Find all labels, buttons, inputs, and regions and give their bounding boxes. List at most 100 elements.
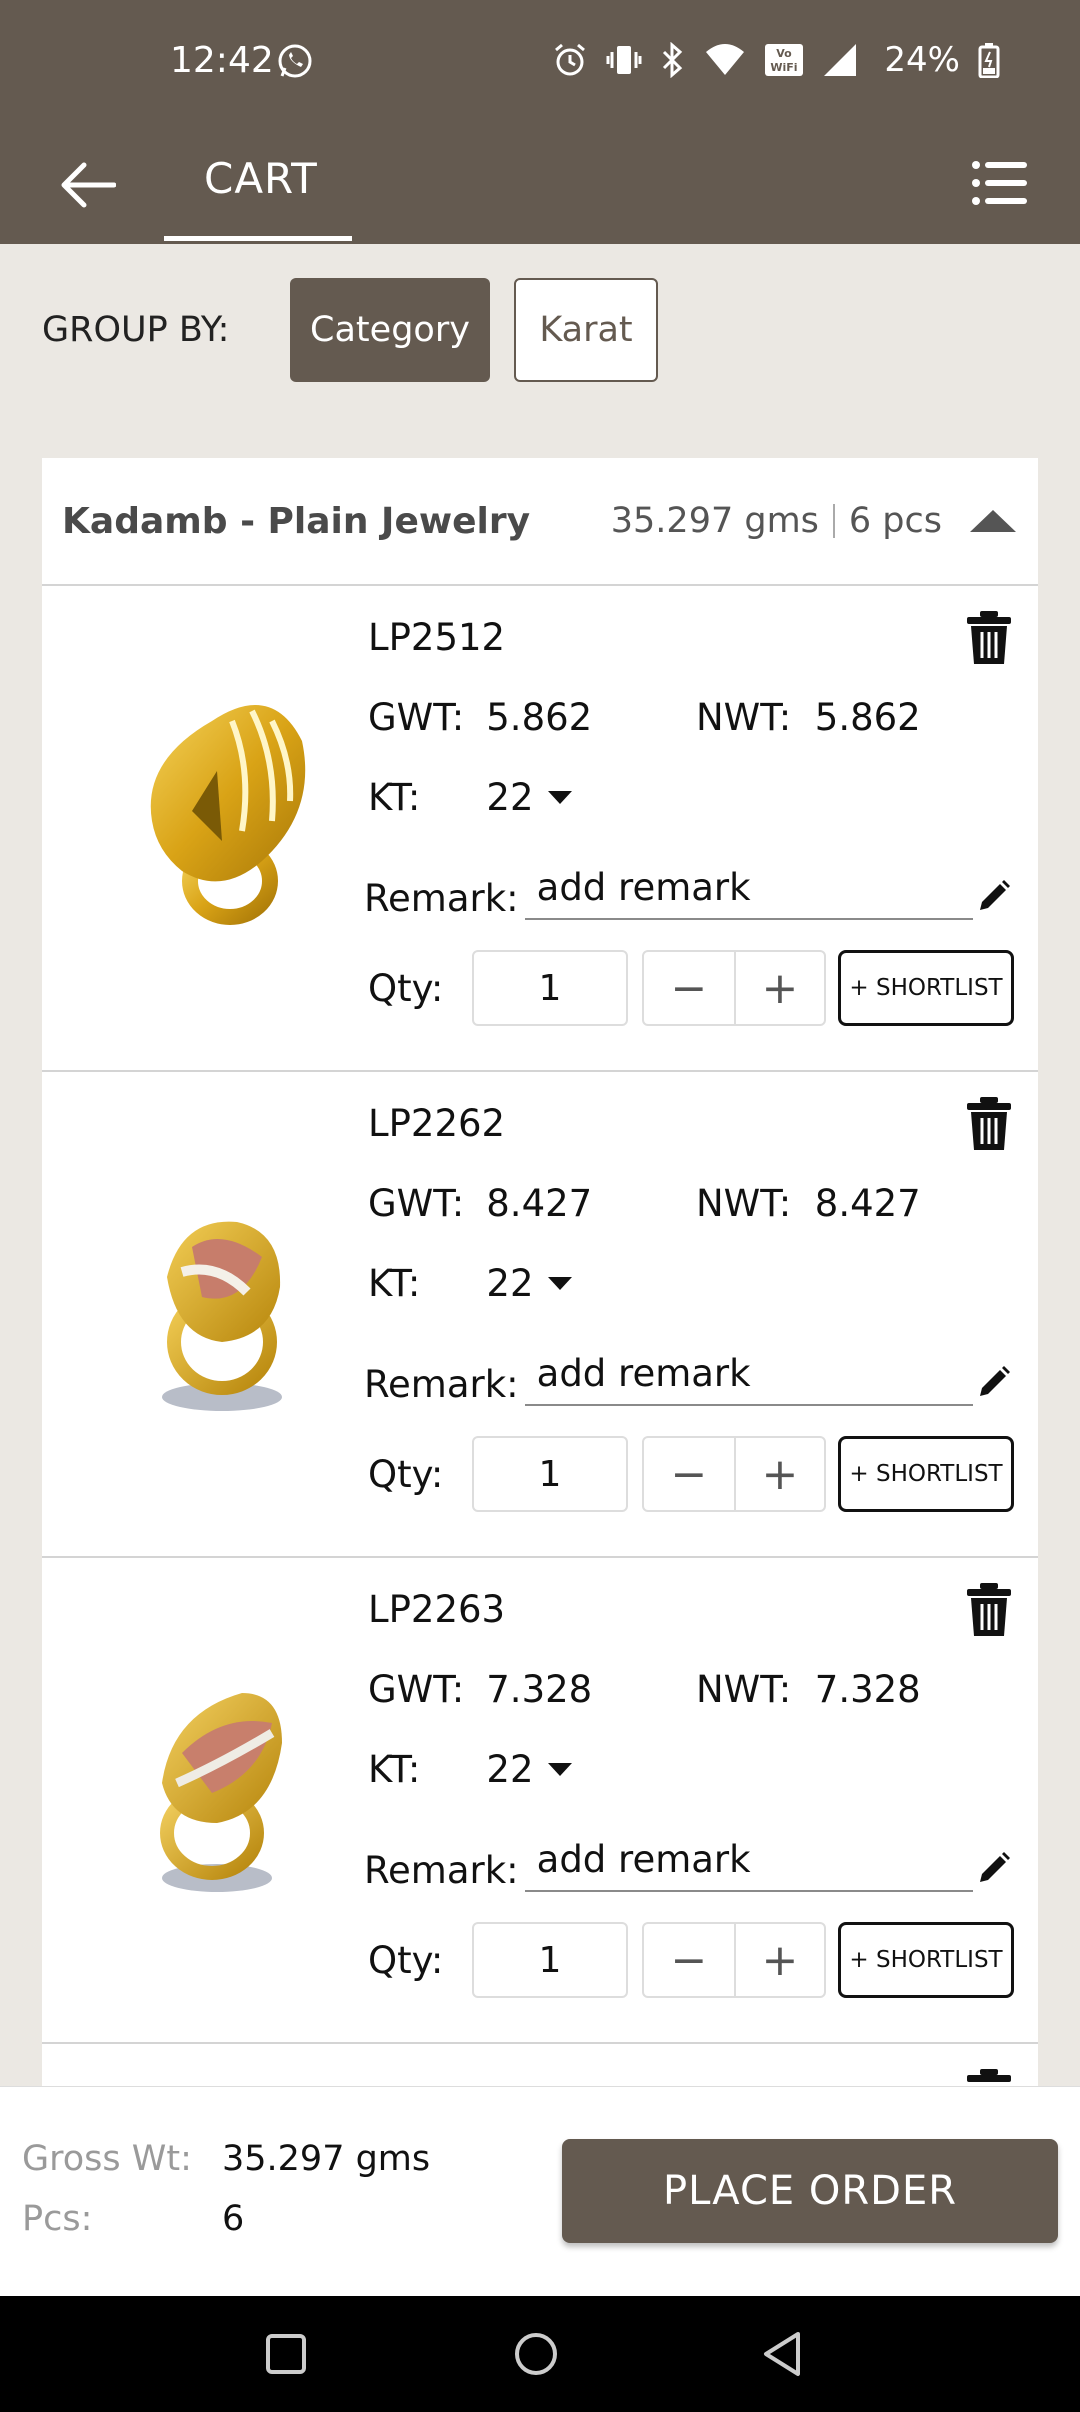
group-header[interactable]: Kadamb - Plain Jewelry 35.297 gms 6 pcs (42, 458, 1038, 586)
recents-square-icon (266, 2334, 306, 2374)
cart-item-partial (42, 2044, 1038, 2088)
remark-input[interactable]: add remark (524, 856, 973, 920)
bluetooth-icon (660, 42, 686, 78)
tab-indicator (164, 236, 352, 241)
kt-label: KT: (368, 1262, 421, 1305)
menu-button[interactable] (960, 148, 1040, 218)
gwt-label: GWT: (368, 1668, 465, 1711)
delete-icon[interactable] (964, 1096, 1014, 1152)
quantity-input[interactable]: 1 (472, 1922, 628, 1998)
back-nav-button[interactable] (754, 2326, 810, 2382)
nwt-value: 7.328 (814, 1668, 921, 1711)
shortlist-button[interactable]: + SHORTLIST (838, 1436, 1014, 1512)
kt-value: 22 (486, 1262, 534, 1305)
decrement-button[interactable]: − (644, 952, 734, 1024)
delete-icon[interactable] (964, 2068, 1014, 2088)
remark-label: Remark: (364, 1363, 519, 1406)
vowifi-icon: Vo WiFi (764, 42, 804, 78)
shortlist-button[interactable]: + SHORTLIST (838, 1922, 1014, 1998)
ring-image (160, 1693, 282, 1892)
back-button[interactable] (48, 150, 128, 220)
quantity-row: Qty: 1 − + + SHORTLIST (368, 950, 1014, 1026)
gwt-value: 7.328 (486, 1668, 593, 1711)
nwt-label: NWT: (696, 696, 792, 739)
gwt-label: GWT: (368, 1182, 465, 1225)
item-code: LP2262 (368, 1102, 506, 1145)
cart-group-card: Kadamb - Plain Jewelry 35.297 gms 6 pcs … (42, 458, 1038, 2088)
karat-dropdown[interactable]: 22 (486, 776, 572, 819)
edit-pencil-icon[interactable] (976, 878, 1012, 914)
increment-button[interactable]: + (733, 1438, 824, 1510)
collapse-arrow-icon[interactable] (970, 508, 1016, 534)
nwt-value: 8.427 (814, 1182, 921, 1225)
decrement-button[interactable]: − (644, 1924, 734, 1996)
recents-button[interactable] (258, 2326, 314, 2382)
product-image[interactable] (102, 1152, 342, 1432)
group-meta: 35.297 gms 6 pcs (611, 501, 1016, 541)
order-summary-bar: Gross Wt: 35.297 gms Pcs: 6 PLACE ORDER (0, 2086, 1080, 2296)
quantity-input[interactable]: 1 (472, 950, 628, 1026)
group-by-label: GROUP BY: (42, 310, 230, 350)
gross-weight-value: 35.297 gms (222, 2139, 431, 2179)
delete-icon[interactable] (964, 1582, 1014, 1638)
remark-input[interactable]: add remark (524, 1342, 973, 1406)
vibrate-icon (606, 42, 642, 78)
cart-item: LP2512 GWT: 5.862 NWT: 5.862 KT: 22 Rema… (42, 586, 1038, 1072)
place-order-button[interactable]: PLACE ORDER (562, 2139, 1058, 2243)
group-by-karat-chip[interactable]: Karat (514, 278, 658, 382)
group-by-category-chip[interactable]: Category (290, 278, 490, 382)
gwt-label: GWT: (368, 696, 465, 739)
alarm-icon (552, 42, 588, 78)
product-image[interactable] (102, 1638, 342, 1918)
battery-icon (978, 42, 1000, 78)
quantity-input[interactable]: 1 (472, 1436, 628, 1512)
svg-text:WiFi: WiFi (771, 61, 798, 74)
back-triangle-icon (764, 2332, 800, 2376)
remark-input[interactable]: add remark (524, 1828, 973, 1892)
karat-row: KT: 22 (368, 776, 572, 819)
gross-weight-row: Gross Wt: 35.297 gms (22, 2139, 430, 2179)
wifi-icon (704, 42, 746, 78)
signal-icon (822, 42, 858, 78)
svg-text:Vo: Vo (777, 47, 793, 60)
home-button[interactable] (508, 2326, 564, 2382)
kt-value: 22 (486, 1748, 534, 1791)
status-icons: Vo WiFi 24% (552, 40, 1000, 80)
nwt-group: NWT: 8.427 (696, 1182, 921, 1225)
edit-pencil-icon[interactable] (976, 1850, 1012, 1886)
kt-label: KT: (368, 1748, 421, 1791)
quantity-stepper: − + (642, 1436, 826, 1512)
shortlist-button[interactable]: + SHORTLIST (838, 950, 1014, 1026)
qty-label: Qty: (368, 1938, 444, 1982)
increment-button[interactable]: + (733, 952, 824, 1024)
system-nav-bar (0, 2296, 1080, 2412)
ring-image (150, 705, 306, 925)
weight-row: GWT: 7.328 NWT: 7.328 (368, 1668, 921, 1711)
remark-row: Remark: add remark (364, 856, 973, 920)
group-weight: 35.297 gms (610, 501, 819, 541)
menu-list-icon (972, 161, 1027, 205)
remark-label: Remark: (364, 1849, 519, 1892)
tab-cart[interactable]: CART (204, 154, 318, 203)
item-code: LP2263 (368, 1588, 506, 1631)
nwt-group: NWT: 7.328 (696, 1668, 921, 1711)
item-code: LP2512 (368, 616, 506, 659)
weight-row: GWT: 5.862 NWT: 5.862 (368, 696, 921, 739)
status-time: 12:42 (170, 40, 274, 81)
delete-icon[interactable] (964, 610, 1014, 666)
battery-percent: 24% (884, 40, 960, 80)
gwt-value: 5.862 (486, 696, 593, 739)
quantity-row: Qty: 1 − + + SHORTLIST (368, 1922, 1014, 1998)
pieces-label: Pcs: (22, 2199, 93, 2239)
karat-dropdown[interactable]: 22 (486, 1748, 572, 1791)
edit-pencil-icon[interactable] (976, 1364, 1012, 1400)
karat-dropdown[interactable]: 22 (486, 1262, 572, 1305)
kt-label: KT: (368, 776, 421, 819)
decrement-button[interactable]: − (644, 1438, 734, 1510)
group-by-bar: GROUP BY: Category Karat (42, 278, 682, 382)
qty-label: Qty: (368, 966, 444, 1010)
group-title: Kadamb - Plain Jewelry (62, 500, 531, 542)
quantity-stepper: − + (642, 1922, 826, 1998)
product-image[interactable] (102, 666, 342, 946)
increment-button[interactable]: + (733, 1924, 824, 1996)
